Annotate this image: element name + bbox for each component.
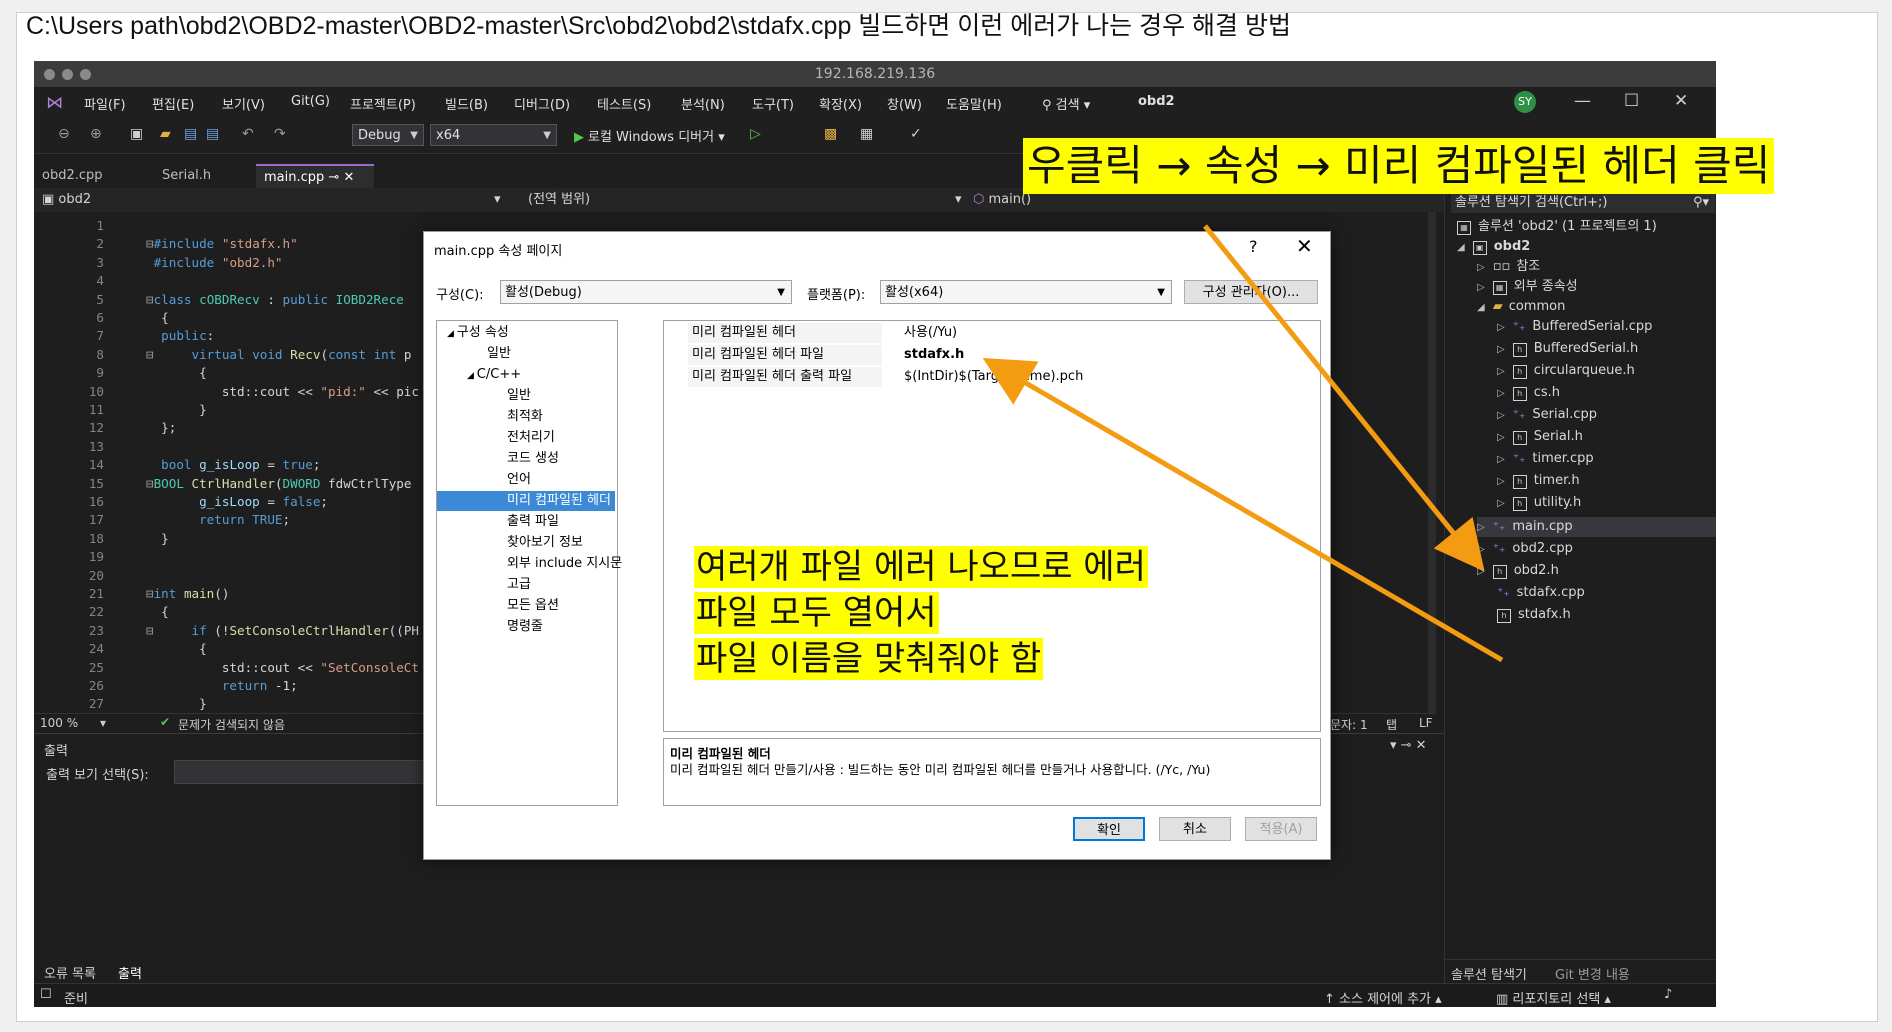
arrow-to-main-cpp [1203,224,1485,572]
annotation-arrows [982,224,1504,663]
arrow-to-header-file [982,357,1504,663]
